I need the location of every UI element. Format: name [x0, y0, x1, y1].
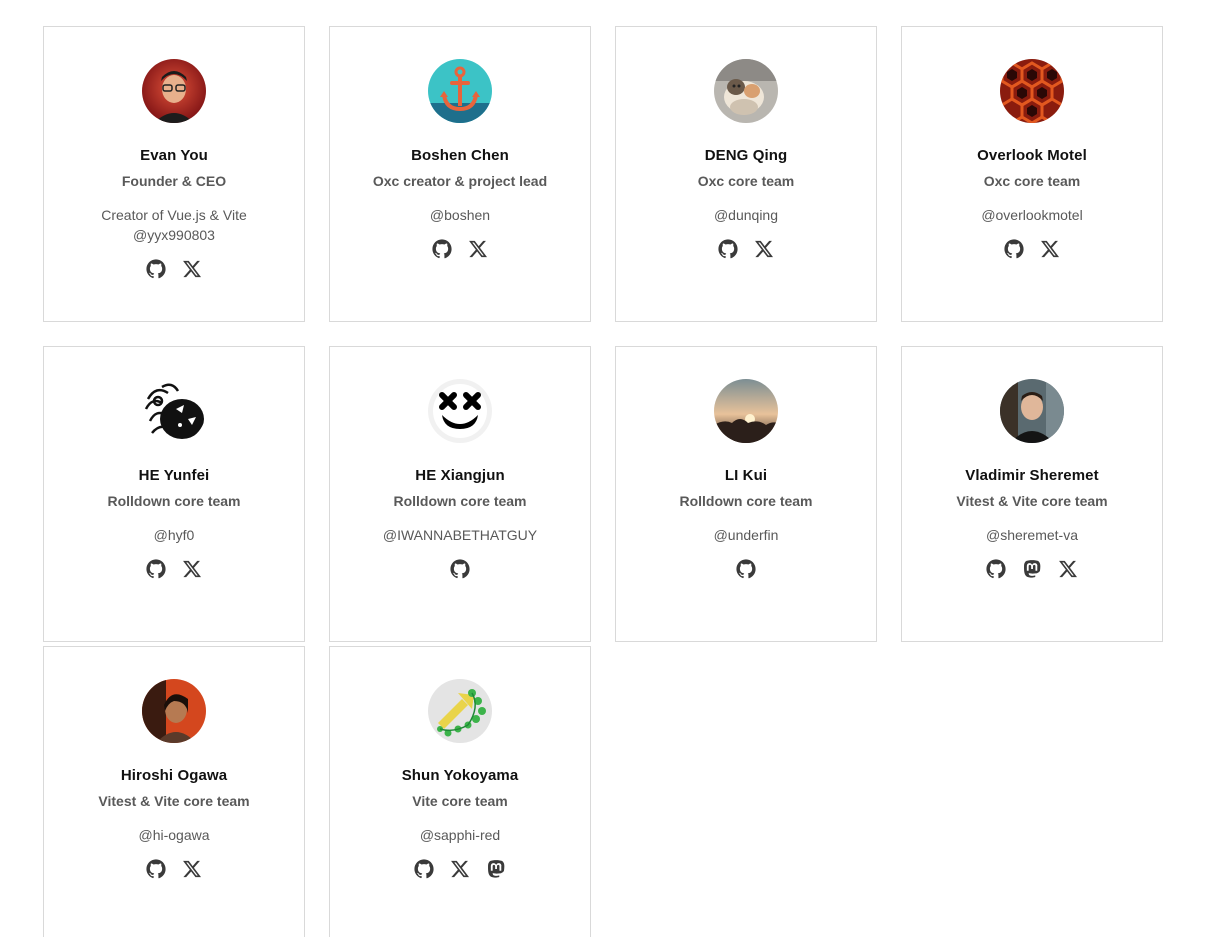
member-name: Vladimir Sheremet: [965, 467, 1099, 484]
avatar: [428, 59, 492, 123]
github-icon[interactable]: [450, 559, 470, 579]
x-icon[interactable]: [182, 559, 202, 579]
member-name: HE Yunfei: [138, 467, 210, 484]
member-description: @hyf0: [154, 525, 195, 545]
member-name: Overlook Motel: [977, 147, 1087, 164]
member-role: Rolldown core team: [679, 493, 813, 509]
member-description: @underfin: [714, 525, 779, 545]
avatar: [714, 379, 778, 443]
x-icon[interactable]: [182, 859, 202, 879]
member-card: Vladimir Sheremet Vitest & Vite core tea…: [901, 346, 1163, 642]
x-icon[interactable]: [1040, 239, 1060, 259]
member-role: Founder & CEO: [121, 173, 227, 189]
github-icon[interactable]: [986, 559, 1006, 579]
member-handle: @IWANNABETHATGUY: [382, 527, 538, 543]
mastodon-icon[interactable]: [1022, 559, 1042, 579]
avatar: [428, 679, 492, 743]
github-icon[interactable]: [718, 239, 738, 259]
member-role: Oxc core team: [697, 173, 795, 189]
member-description: @hi-ogawa: [138, 825, 209, 845]
member-handle: @yyx990803: [133, 227, 215, 243]
github-icon[interactable]: [736, 559, 756, 579]
avatar: [142, 59, 206, 123]
member-name: Evan You: [140, 147, 208, 164]
x-icon[interactable]: [450, 859, 470, 879]
member-handle: @dunqing: [713, 207, 779, 223]
team-grid: Evan You Founder & CEO Creator of Vue.js…: [0, 0, 1213, 937]
member-card: Overlook Motel Oxc core team @overlookmo…: [901, 26, 1163, 322]
member-role: Rolldown core team: [107, 493, 241, 509]
member-card: HE Yunfei Rolldown core team @hyf0: [43, 346, 305, 642]
member-handle: @overlookmotel: [981, 207, 1083, 223]
x-icon[interactable]: [182, 259, 202, 279]
social-links: [718, 239, 774, 259]
member-role: Vitest & Vite core team: [98, 793, 250, 809]
member-name: Shun Yokoyama: [401, 767, 519, 784]
member-role: Oxc core team: [983, 173, 1081, 189]
github-icon[interactable]: [146, 559, 166, 579]
member-description: @IWANNABETHATGUY: [383, 525, 537, 545]
social-links: [146, 859, 202, 879]
member-role: Vite core team: [412, 793, 508, 809]
mastodon-icon[interactable]: [486, 859, 506, 879]
avatar: [1000, 379, 1064, 443]
member-card: LI Kui Rolldown core team @underfin: [615, 346, 877, 642]
social-links: [146, 559, 202, 579]
member-description: @sheremet-va: [986, 525, 1078, 545]
social-links: [414, 859, 506, 879]
github-icon[interactable]: [1004, 239, 1024, 259]
member-name: LI Kui: [724, 467, 768, 484]
github-icon[interactable]: [146, 859, 166, 879]
member-card: Hiroshi Ogawa Vitest & Vite core team @h…: [43, 646, 305, 937]
github-icon[interactable]: [432, 239, 452, 259]
github-icon[interactable]: [146, 259, 166, 279]
avatar: [1000, 59, 1064, 123]
member-description: Creator of Vue.js & Vite @yyx990803: [101, 205, 247, 245]
member-description: @boshen: [430, 205, 490, 225]
member-role: Oxc creator & project lead: [372, 173, 548, 189]
member-name: Boshen Chen: [411, 147, 509, 164]
x-icon[interactable]: [754, 239, 774, 259]
social-links: [736, 559, 756, 579]
social-links: [1004, 239, 1060, 259]
member-card: Boshen Chen Oxc creator & project lead @…: [329, 26, 591, 322]
member-handle: @sapphi-red: [419, 827, 501, 843]
member-role: Rolldown core team: [393, 493, 527, 509]
avatar: [142, 679, 206, 743]
member-handle: @hi-ogawa: [138, 827, 210, 843]
social-links: [450, 559, 470, 579]
member-description: @dunqing: [714, 205, 778, 225]
social-links: [432, 239, 488, 259]
member-role: Vitest & Vite core team: [956, 493, 1108, 509]
member-card: HE Xiangjun Rolldown core team @IWANNABE…: [329, 346, 591, 642]
member-handle: @sheremet-va: [985, 527, 1079, 543]
avatar: [142, 379, 206, 443]
member-handle: @hyf0: [153, 527, 195, 543]
social-links: [146, 259, 202, 279]
member-description: @overlookmotel: [981, 205, 1082, 225]
avatar: [714, 59, 778, 123]
avatar: [428, 379, 492, 443]
x-icon[interactable]: [468, 239, 488, 259]
member-name: HE Xiangjun: [415, 467, 505, 484]
member-handle: @underfin: [713, 527, 779, 543]
github-icon[interactable]: [414, 859, 434, 879]
x-icon[interactable]: [1058, 559, 1078, 579]
member-name: DENG Qing: [704, 147, 788, 164]
member-description: @sapphi-red: [420, 825, 500, 845]
member-card: Evan You Founder & CEO Creator of Vue.js…: [43, 26, 305, 322]
member-card: Shun Yokoyama Vite core team @sapphi-red: [329, 646, 591, 937]
social-links: [986, 559, 1078, 579]
member-bio: Creator of Vue.js & Vite: [101, 207, 247, 223]
member-name: Hiroshi Ogawa: [120, 767, 228, 784]
member-card: DENG Qing Oxc core team @dunqing: [615, 26, 877, 322]
member-handle: @boshen: [429, 207, 491, 223]
